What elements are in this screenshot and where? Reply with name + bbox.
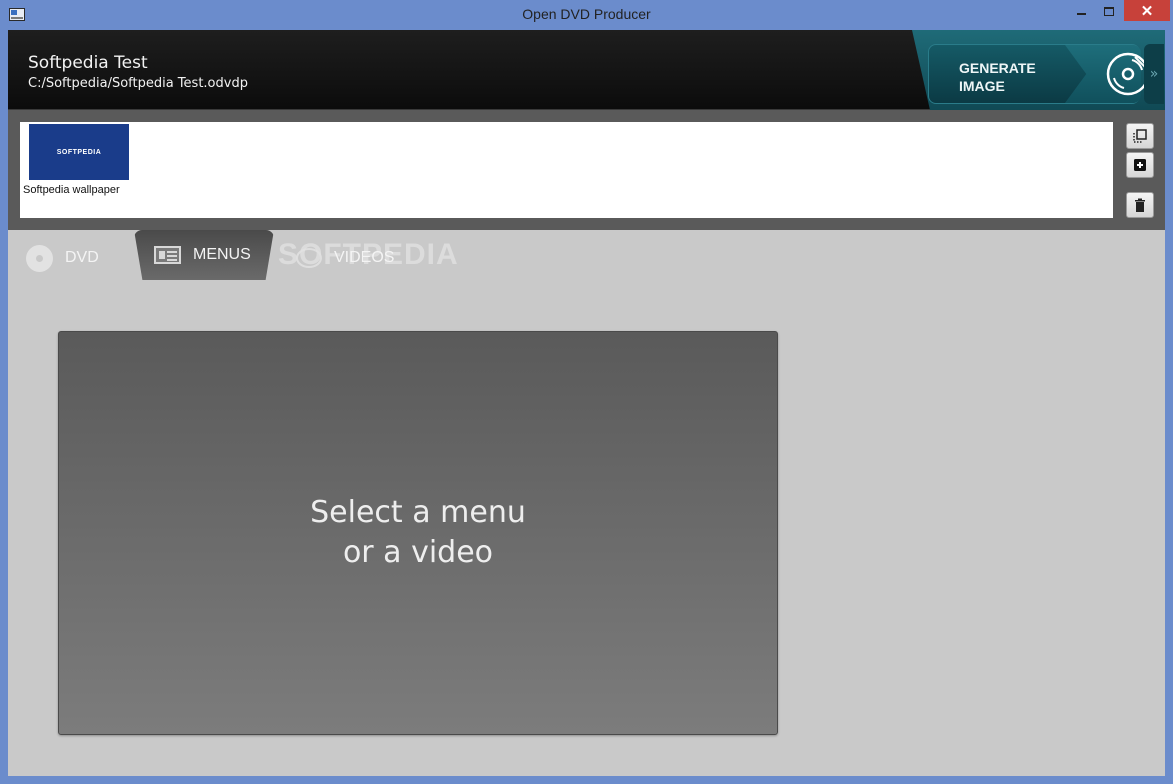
- minimize-icon: [1076, 13, 1086, 15]
- disc-icon: [26, 244, 53, 272]
- preview-message-line1: Select a menu: [310, 495, 526, 530]
- maximize-button[interactable]: [1096, 0, 1122, 22]
- client-area: Softpedia Test C:/Softpedia/Softpedia Te…: [8, 30, 1165, 776]
- thumbnail-text: SOFTPEDIA: [56, 148, 102, 156]
- project-path: C:/Softpedia/Softpedia Test.odvdp: [28, 76, 248, 91]
- title-bar[interactable]: Open DVD Producer ✕: [0, 0, 1173, 30]
- maximize-icon: [1104, 6, 1114, 16]
- delete-media-button[interactable]: [1126, 192, 1154, 218]
- video-icon: [296, 248, 322, 268]
- gallery-item-label: Softpedia wallpaper: [23, 184, 120, 196]
- add-icon: [1134, 159, 1146, 171]
- preview-placeholder-message: Select a menu or a video: [310, 493, 526, 573]
- close-button[interactable]: ✕: [1124, 0, 1170, 21]
- preview-message-line2: or a video: [342, 535, 494, 570]
- tab-menus-label: MENUS: [193, 246, 251, 263]
- tab-videos-label: VIDEOS: [334, 249, 395, 266]
- view-tabs: DVD MENUS SOFTPEDIA VIDEOS: [8, 230, 1165, 282]
- generate-panel: GENERATE IMAGE »: [912, 30, 1165, 120]
- preview-panel: Select a menu or a video: [58, 331, 778, 735]
- window-title: Open DVD Producer: [522, 6, 651, 22]
- generate-label-line2: IMAGE: [959, 78, 1005, 94]
- tab-dvd-label: DVD: [65, 249, 99, 266]
- browse-icon: [1133, 129, 1147, 143]
- tab-menus[interactable]: MENUS: [134, 230, 274, 280]
- project-name: Softpedia Test: [28, 53, 148, 73]
- browse-media-button[interactable]: [1126, 123, 1154, 149]
- expand-panel-button[interactable]: »: [1144, 44, 1164, 104]
- generate-image-label: GENERATE IMAGE: [959, 59, 1049, 95]
- minimize-button[interactable]: [1068, 0, 1094, 22]
- tab-dvd[interactable]: DVD: [26, 236, 99, 280]
- media-gallery-bar: SOFTPEDIA Softpedia wallpaper: [8, 110, 1165, 230]
- add-media-button[interactable]: [1126, 152, 1154, 178]
- generate-image-button[interactable]: GENERATE IMAGE: [928, 44, 1150, 104]
- gallery-thumbnail[interactable]: SOFTPEDIA: [29, 124, 129, 180]
- tab-videos[interactable]: VIDEOS: [296, 236, 394, 280]
- media-gallery: SOFTPEDIA Softpedia wallpaper: [20, 122, 1113, 218]
- generate-label-line1: GENERATE: [959, 60, 1036, 76]
- app-window: Open DVD Producer ✕ Softpedia Test C:/So…: [0, 0, 1173, 784]
- trash-icon: [1135, 198, 1145, 212]
- menu-list-icon: [154, 246, 181, 264]
